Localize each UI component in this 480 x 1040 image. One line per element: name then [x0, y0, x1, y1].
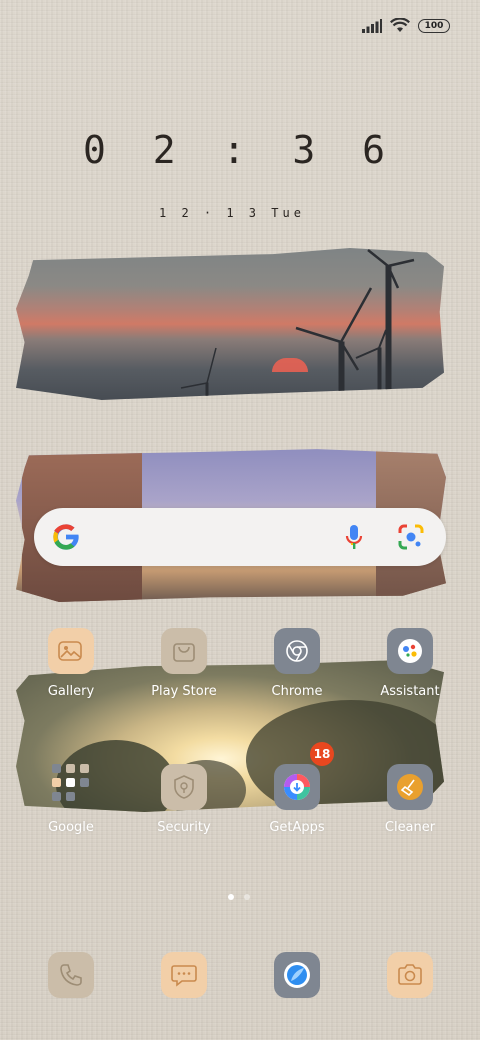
page-dot[interactable]	[244, 894, 250, 900]
app-label: Security	[157, 820, 211, 835]
app-chrome[interactable]: Chrome	[252, 628, 342, 699]
chrome-icon	[274, 628, 320, 674]
clock-date: 1 2 · 1 3 Tue	[159, 206, 305, 220]
app-label: GetApps	[269, 820, 325, 835]
app-label: Cleaner	[384, 820, 436, 835]
google-folder-icon	[48, 764, 94, 810]
app-assistant[interactable]: Assistant	[365, 628, 455, 699]
cleaner-broom-icon	[387, 764, 433, 810]
security-shield-icon	[161, 764, 207, 810]
dock-camera[interactable]	[387, 952, 433, 998]
dock-messages[interactable]	[161, 952, 207, 998]
app-getapps[interactable]: 18 GetApps	[252, 742, 342, 835]
app-label: Play Store	[151, 684, 217, 699]
app-play-store[interactable]: Play Store	[139, 628, 229, 699]
app-gallery[interactable]: Gallery	[26, 628, 116, 699]
wind-turbines	[180, 249, 415, 400]
getapps-icon	[274, 764, 320, 810]
app-label: Chrome	[271, 684, 323, 699]
page-indicator[interactable]	[228, 894, 250, 900]
battery-indicator: 100	[418, 18, 450, 33]
google-search-bar[interactable]	[34, 508, 446, 566]
notification-badge: 18	[310, 742, 334, 766]
wifi-icon	[390, 18, 410, 32]
assistant-icon	[387, 628, 433, 674]
page-dot-active[interactable]	[228, 894, 234, 900]
voice-search-mic-icon[interactable]	[342, 523, 366, 551]
app-cleaner[interactable]: Cleaner	[365, 764, 455, 835]
google-g-icon	[53, 524, 80, 550]
status-bar: 100	[0, 0, 480, 48]
play-store-bag-icon	[161, 628, 207, 674]
app-google-folder[interactable]: Google	[26, 764, 116, 835]
google-lens-icon[interactable]	[398, 524, 424, 550]
status-icons: 100	[362, 18, 450, 33]
message-icon	[171, 965, 197, 987]
dock-phone[interactable]	[48, 952, 94, 998]
camera-icon	[398, 964, 422, 985]
app-label: Assistant	[380, 684, 440, 699]
app-label: Gallery	[47, 684, 95, 699]
app-security[interactable]: Security	[139, 764, 229, 835]
browser-icon	[284, 962, 310, 988]
phone-icon	[60, 964, 82, 986]
signal-icon	[362, 18, 382, 33]
sunset-photo-widget[interactable]	[16, 248, 444, 400]
app-label: Google	[48, 820, 94, 835]
dock-browser[interactable]	[274, 952, 320, 998]
gallery-icon	[48, 628, 94, 674]
clock-time[interactable]: 0 2 : 3 6	[0, 128, 480, 172]
